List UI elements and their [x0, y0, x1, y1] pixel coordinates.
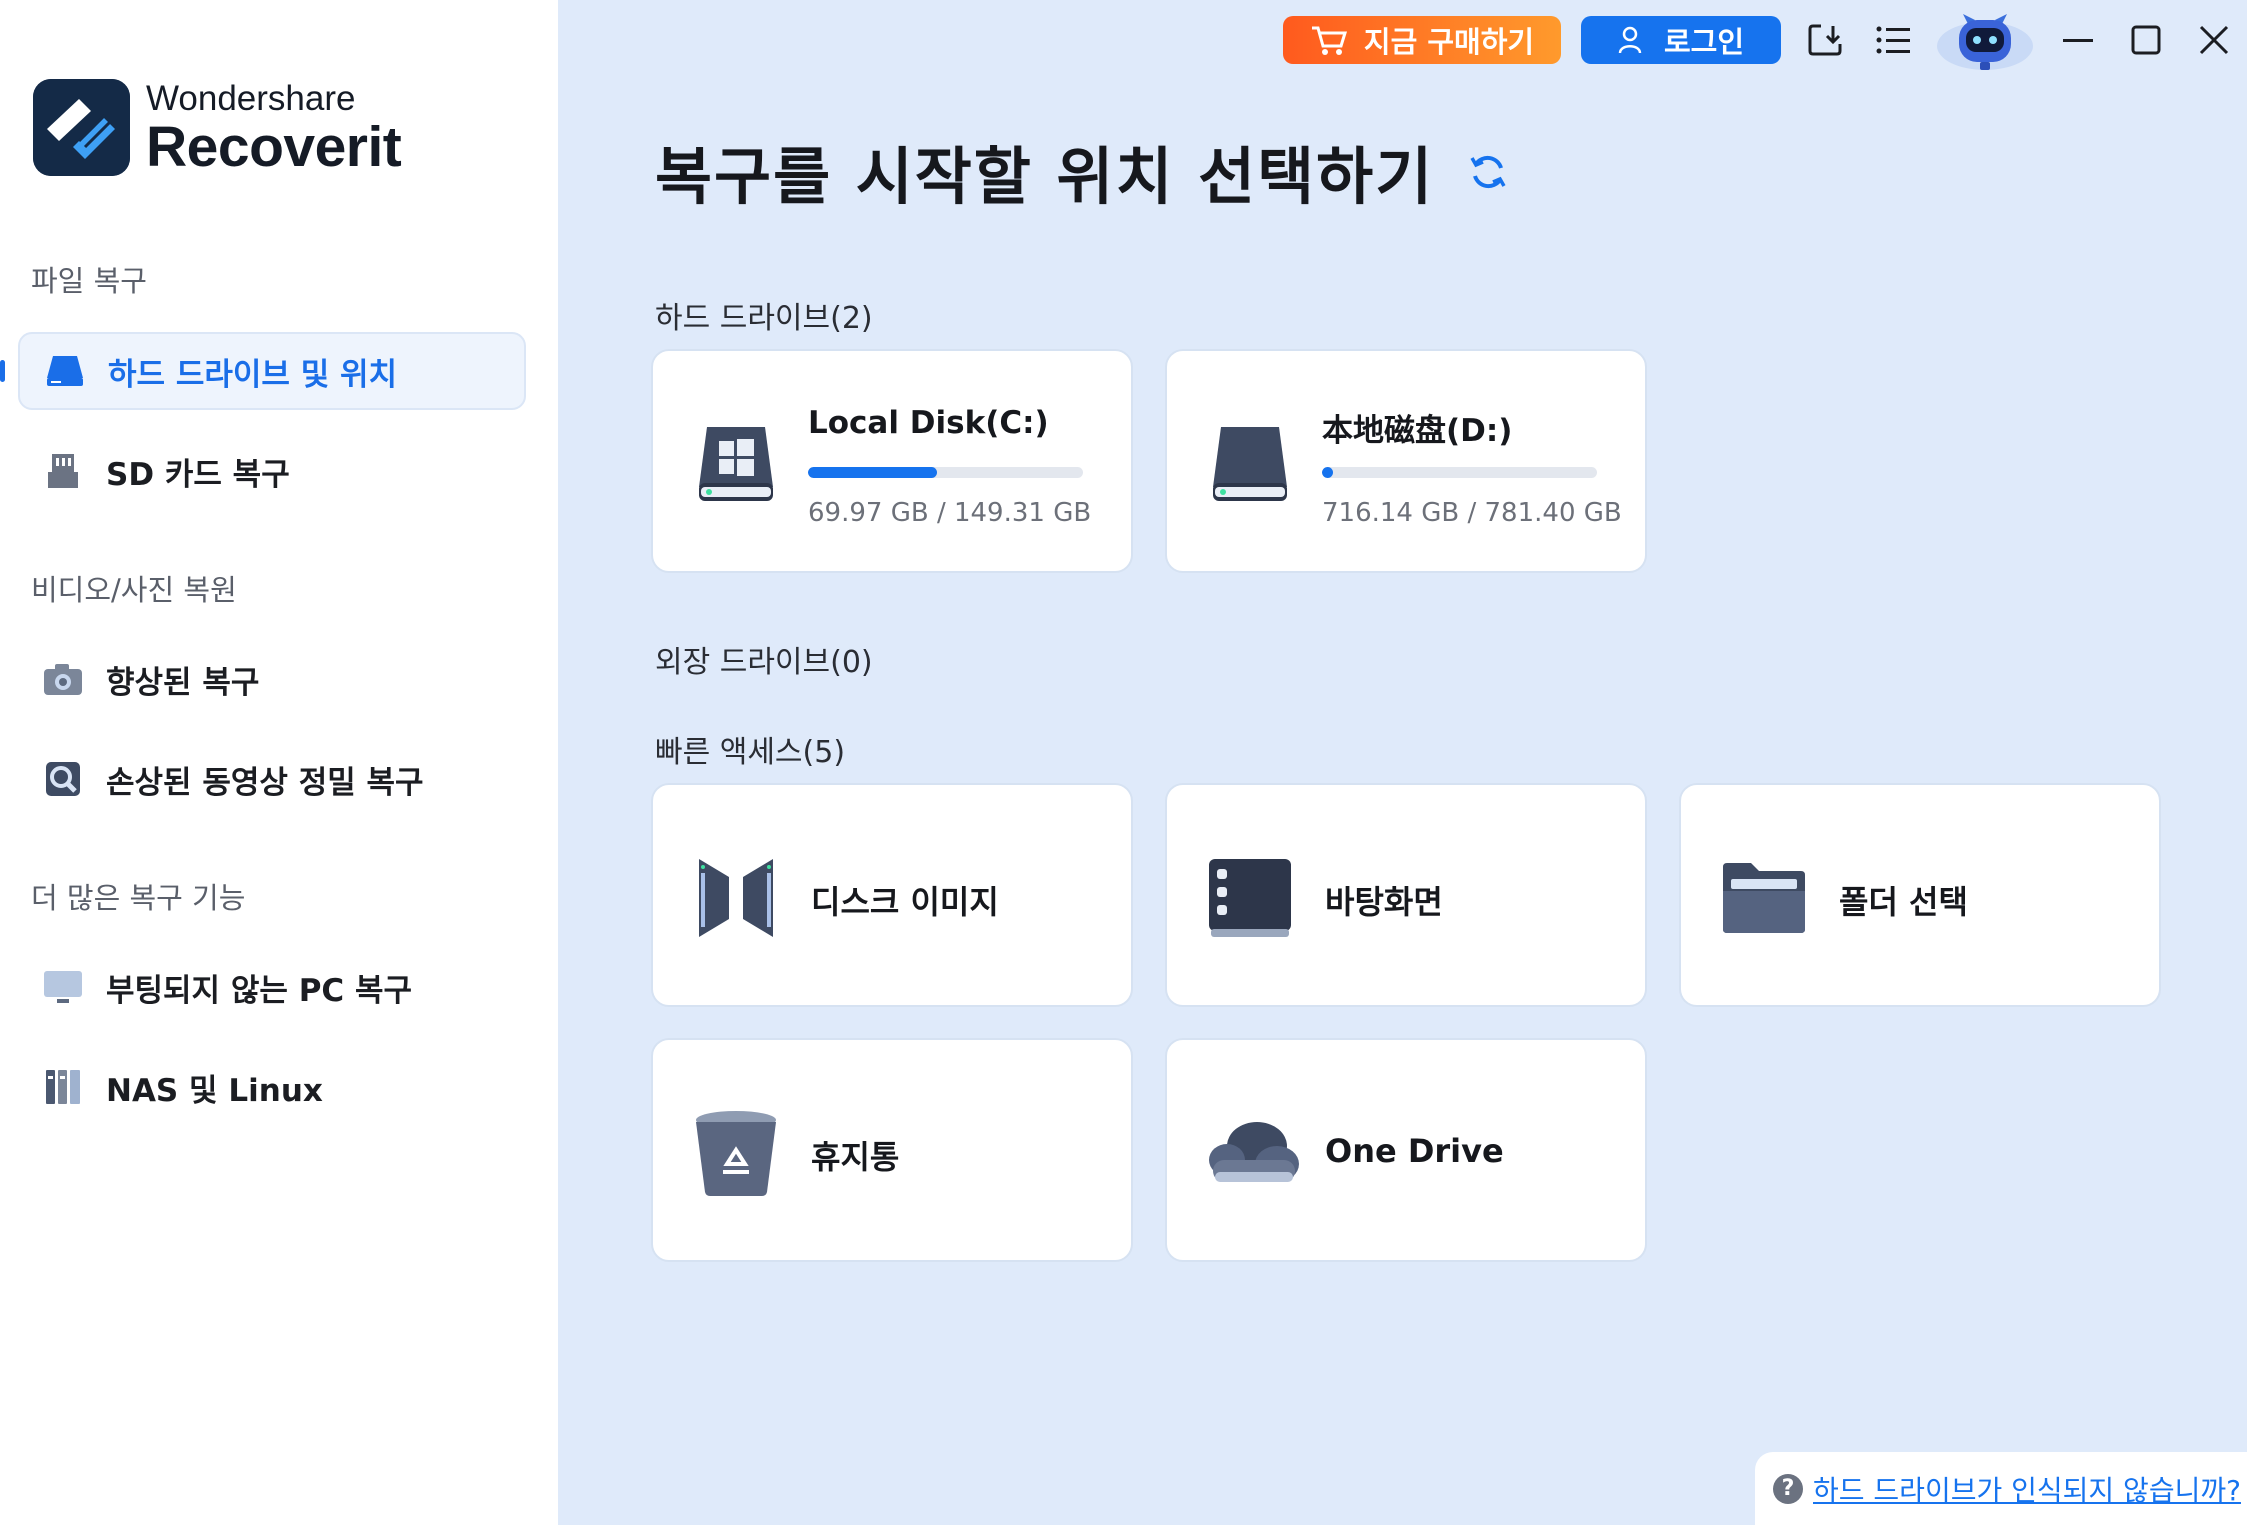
folder-icon	[1721, 855, 1807, 945]
minimize-icon[interactable]	[2056, 18, 2100, 62]
drive-icon	[1207, 421, 1293, 511]
disk-image-icon	[693, 855, 779, 945]
hard-drives-section-title: 하드 드라이브(2)	[655, 301, 873, 336]
sidebar-item-video-repair[interactable]: 손상된 동영상 정밀 복구	[18, 740, 526, 818]
section-file-recovery: 파일 복구	[31, 264, 147, 298]
sidebar-item-label: SD 카드 복구	[106, 456, 290, 493]
quick-access-label: 폴더 선택	[1839, 883, 1968, 921]
section-video-photo: 비디오/사진 복원	[31, 573, 237, 607]
sidebar-item-hard-drive[interactable]: 하드 드라이브 및 위치	[18, 332, 526, 410]
assistant-robot-icon[interactable]	[1935, 6, 2035, 72]
desktop-icon	[1207, 855, 1293, 945]
monitor-icon	[43, 967, 83, 1007]
sidebar: Wondershare Recoverit 파일 복구 하드 드라이브 및 위치…	[0, 0, 558, 1525]
sidebar-item-sd-card[interactable]: SD 카드 복구	[18, 432, 526, 510]
help-box: ? 하드 드라이브가 인식되지 않습니까?	[1755, 1452, 2247, 1525]
quick-access-disk-image[interactable]: 디스크 이미지	[651, 783, 1133, 1007]
sidebar-item-label: 향상된 복구	[106, 664, 260, 701]
onedrive-icon	[1207, 1114, 1299, 1194]
hard-drive-icon	[45, 351, 85, 391]
import-icon[interactable]	[1803, 18, 1847, 62]
cart-icon	[1311, 26, 1347, 55]
sidebar-item-label: 손상된 동영상 정밀 복구	[106, 764, 424, 801]
windows-drive-icon	[693, 421, 779, 511]
sidebar-item-label: NAS 및 Linux	[106, 1072, 323, 1109]
drive-usage-bar	[1322, 467, 1597, 478]
nas-icon	[43, 1067, 83, 1107]
sidebar-item-label: 부팅되지 않는 PC 복구	[106, 972, 413, 1009]
drive-name: 本地磁盘(D:)	[1322, 413, 1513, 449]
section-more-features: 더 많은 복구 기능	[31, 881, 246, 915]
login-label: 로그인	[1663, 25, 1745, 59]
drive-usage-fill	[808, 467, 938, 478]
drive-size: 716.14 GB / 781.40 GB	[1322, 498, 1622, 528]
user-icon	[1618, 26, 1642, 54]
quick-access-onedrive[interactable]: One Drive	[1165, 1038, 1647, 1262]
quick-access-label: 바탕화면	[1325, 883, 1443, 921]
sidebar-item-enhanced-recovery[interactable]: 향상된 복구	[18, 640, 526, 718]
quick-access-recycle-bin[interactable]: 휴지통	[651, 1038, 1133, 1262]
help-question-icon: ?	[1773, 1473, 1803, 1504]
page-title: 복구를 시작할 위치 선택하기	[655, 140, 1435, 213]
quick-access-section-title: 빠른 액세스(5)	[655, 735, 846, 770]
quick-access-label: One Drive	[1325, 1132, 1504, 1170]
drive-not-recognized-link[interactable]: 하드 드라이브가 인식되지 않습니까?	[1813, 1469, 2241, 1509]
sidebar-item-label: 하드 드라이브 및 위치	[108, 356, 398, 393]
recycle-bin-icon	[693, 1108, 779, 1202]
close-icon[interactable]	[2192, 18, 2236, 62]
menu-list-icon[interactable]	[1871, 18, 1915, 62]
refresh-icon[interactable]	[1468, 152, 1508, 196]
quick-access-folder[interactable]: 폴더 선택	[1679, 783, 2161, 1007]
buy-now-button[interactable]: 지금 구매하기	[1283, 16, 1561, 64]
brand-main: Recoverit	[146, 114, 402, 179]
quick-access-label: 휴지통	[811, 1138, 900, 1176]
external-drives-section-title: 외장 드라이브(0)	[655, 645, 873, 680]
sidebar-item-unbootable-pc[interactable]: 부팅되지 않는 PC 복구	[18, 948, 526, 1026]
quick-access-desktop[interactable]: 바탕화면	[1165, 783, 1647, 1007]
drive-size: 69.97 GB / 149.31 GB	[808, 498, 1092, 528]
video-repair-icon	[43, 759, 83, 799]
quick-access-label: 디스크 이미지	[811, 883, 999, 921]
camera-icon	[43, 659, 83, 699]
drive-card-c[interactable]: Local Disk(C:) 69.97 GB / 149.31 GB	[651, 349, 1133, 573]
active-indicator	[0, 360, 5, 382]
sidebar-item-nas-linux[interactable]: NAS 및 Linux	[18, 1048, 526, 1126]
buy-now-label: 지금 구매하기	[1363, 25, 1535, 59]
drive-usage-bar	[808, 467, 1083, 478]
brand-sub: Wondershare	[146, 78, 356, 118]
app-logo: Wondershare Recoverit	[33, 78, 402, 179]
maximize-icon[interactable]	[2124, 18, 2168, 62]
drive-name: Local Disk(C:)	[808, 405, 1049, 441]
login-button[interactable]: 로그인	[1581, 16, 1781, 64]
drive-usage-fill	[1322, 467, 1333, 478]
drive-card-d[interactable]: 本地磁盘(D:) 716.14 GB / 781.40 GB	[1165, 349, 1647, 573]
sd-card-icon	[43, 451, 83, 491]
recoverit-logo-icon	[33, 79, 130, 176]
